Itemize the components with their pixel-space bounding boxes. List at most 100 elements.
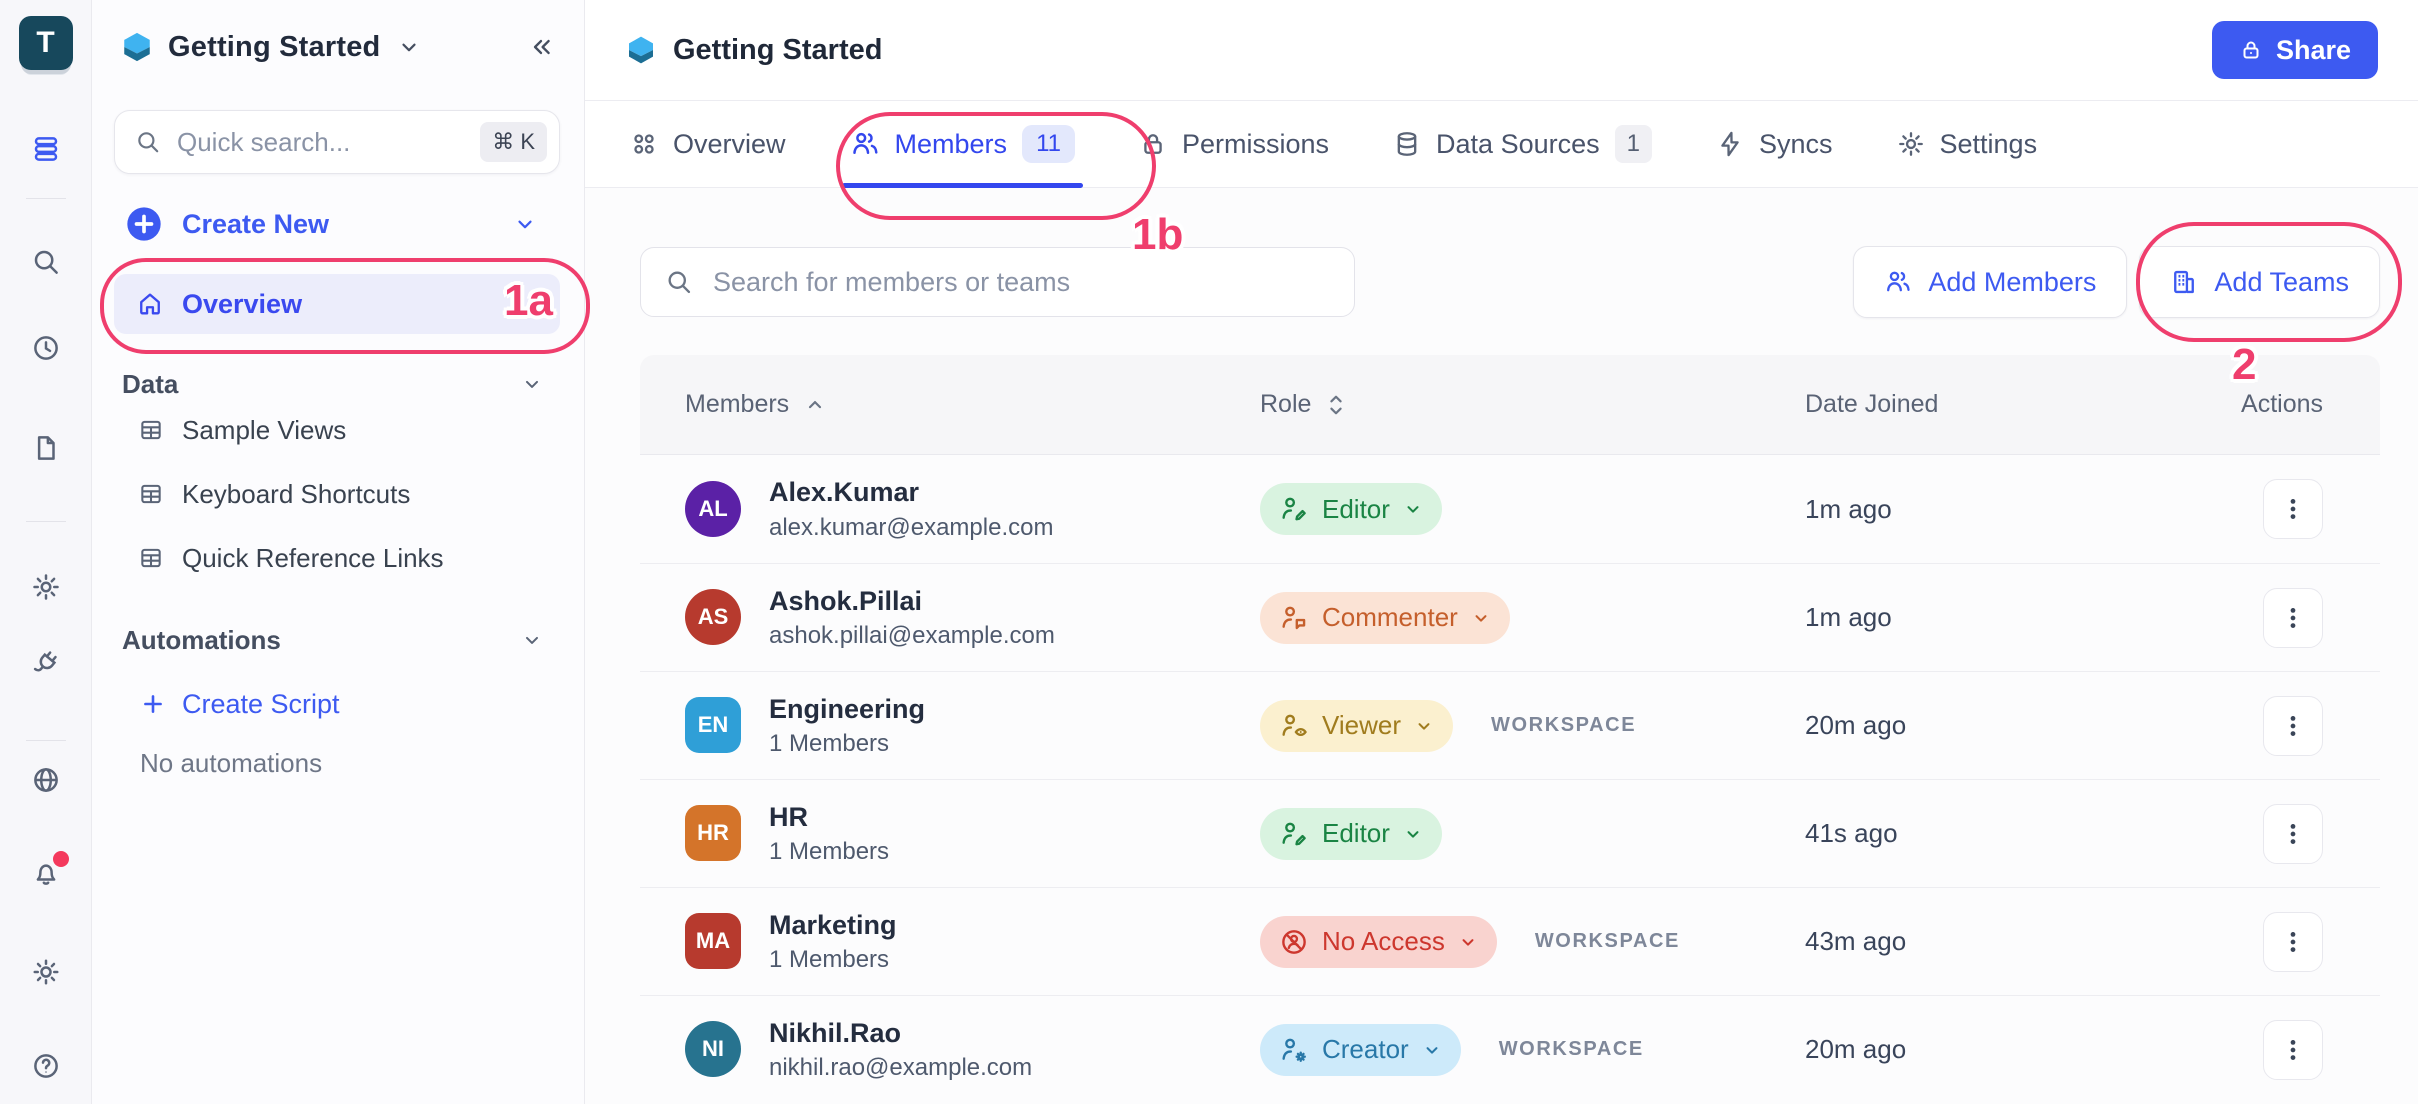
member-name: Ashok.Pillai — [769, 585, 923, 616]
create-script-label: Create Script — [182, 688, 340, 719]
workspace-switcher[interactable]: Getting Started — [114, 20, 560, 74]
tab-syncs[interactable]: Syncs — [1716, 101, 1833, 187]
person-comment-icon — [1280, 604, 1308, 632]
column-header-role[interactable]: Role — [1260, 390, 1805, 419]
chevron-down-icon — [1407, 506, 1419, 513]
member-search-input[interactable] — [711, 265, 1330, 299]
main-header: Getting Started Share — [585, 0, 2418, 101]
tab-label: Syncs — [1758, 128, 1833, 159]
tab-settings[interactable]: Settings — [1897, 101, 2037, 187]
member-name: Marketing — [769, 909, 897, 940]
member-name: Alex.Kumar — [769, 477, 920, 508]
create-new-label: Create New — [182, 208, 330, 239]
sidebar-item-quick-reference-links[interactable]: Quick Reference Links — [114, 526, 560, 590]
chevron-down-icon[interactable] — [398, 36, 420, 58]
section-header-data[interactable]: Data — [114, 368, 560, 399]
members-table: Members Role Date Joined Actions AL Alex… — [640, 355, 2380, 1103]
table-row: MA Marketing 1 Members No Access WORKSPA… — [640, 887, 2380, 995]
layers-icon[interactable] — [31, 134, 61, 164]
person-edit-icon — [1280, 495, 1308, 523]
chevron-down-icon[interactable] — [522, 374, 542, 394]
bolt-icon — [1716, 130, 1744, 158]
sidebar-item-label: Sample Views — [182, 414, 347, 445]
collapse-sidebar-icon[interactable] — [528, 34, 554, 60]
person-edit-icon — [1280, 820, 1308, 848]
column-header-members[interactable]: Members — [640, 390, 1260, 419]
help-icon[interactable] — [31, 1051, 61, 1081]
sidebar-item-keyboard-shortcuts[interactable]: Keyboard Shortcuts — [114, 462, 560, 526]
plus-circle-icon — [124, 204, 164, 244]
role-dropdown[interactable]: Viewer — [1260, 699, 1454, 752]
row-actions-button[interactable] — [2263, 803, 2323, 864]
role-dropdown[interactable]: No Access — [1260, 915, 1497, 968]
row-actions-button[interactable] — [2263, 587, 2323, 648]
rail-divider — [25, 198, 66, 199]
role-dropdown[interactable]: Editor — [1260, 807, 1442, 860]
chevron-down-icon — [1407, 830, 1419, 838]
sun-icon[interactable] — [31, 957, 61, 987]
plug-icon[interactable] — [31, 648, 61, 678]
section-header-automations[interactable]: Automations — [114, 624, 560, 655]
row-actions-button[interactable] — [2263, 1019, 2323, 1080]
date-joined: 20m ago — [1805, 1034, 1907, 1064]
row-actions-button[interactable] — [2263, 695, 2323, 756]
document-icon[interactable] — [31, 433, 61, 463]
search-icon[interactable] — [31, 247, 61, 277]
role-label: No Access — [1322, 926, 1445, 956]
gear-icon[interactable] — [31, 572, 61, 602]
column-label: Members — [685, 390, 790, 418]
member-search-box[interactable] — [640, 247, 1355, 317]
clock-icon[interactable] — [31, 333, 61, 363]
role-dropdown[interactable]: Creator — [1260, 1023, 1461, 1076]
globe-icon[interactable] — [31, 765, 61, 795]
table-icon — [138, 481, 164, 507]
member-subtitle: nikhil.rao@example.com — [769, 1054, 1033, 1082]
avatar: EN — [685, 697, 741, 754]
section-label: Data — [122, 368, 179, 399]
tab-permissions[interactable]: Permissions — [1139, 101, 1329, 187]
sidebar-item-overview[interactable]: Overview — [114, 274, 560, 334]
grid-icon — [630, 130, 658, 158]
add-members-button[interactable]: Add Members — [1853, 246, 2128, 318]
search-icon — [665, 268, 693, 296]
add-teams-button[interactable]: Add Teams — [2139, 246, 2380, 318]
column-label: Actions — [2241, 390, 2323, 418]
share-button[interactable]: Share — [2211, 21, 2378, 79]
section-label: Automations — [122, 624, 281, 655]
project-cube-icon — [120, 30, 154, 64]
chevron-down-icon[interactable] — [522, 630, 542, 650]
sort-asc-icon — [805, 395, 825, 415]
role-dropdown[interactable]: Commenter — [1260, 591, 1510, 644]
sidebar-item-sample-views[interactable]: Sample Views — [114, 398, 560, 462]
main-panel: Getting Started Share Overview Members 1… — [585, 0, 2418, 1104]
gear-icon — [1897, 130, 1925, 158]
tab-members[interactable]: Members 11 — [841, 101, 1084, 188]
members-content: Add Members Add Teams Members — [585, 188, 2418, 1104]
person-gear-icon — [1280, 1036, 1308, 1064]
avatar: HR — [685, 805, 741, 862]
column-label: Date Joined — [1805, 390, 1939, 418]
create-script-button[interactable]: Create Script — [114, 684, 560, 724]
chevron-down-icon[interactable] — [514, 213, 536, 235]
role-label: Commenter — [1322, 602, 1458, 632]
tab-data-sources[interactable]: Data Sources 1 — [1393, 101, 1652, 187]
sidebar-item-label: Overview — [182, 288, 303, 319]
table-icon — [138, 417, 164, 443]
add-teams-label: Add Teams — [2214, 266, 2349, 297]
tab-overview[interactable]: Overview — [630, 101, 786, 187]
bell-icon[interactable] — [31, 851, 69, 887]
quick-search-input[interactable] — [175, 125, 467, 159]
rail-divider — [25, 521, 66, 522]
tab-label: Overview — [673, 128, 786, 159]
role-label: Viewer — [1322, 710, 1402, 740]
role-dropdown[interactable]: Editor — [1260, 483, 1442, 535]
row-actions-button[interactable] — [2263, 911, 2323, 972]
chevron-down-icon — [1418, 722, 1430, 730]
home-icon — [136, 290, 164, 318]
tab-label: Data Sources — [1436, 128, 1600, 159]
table-icon — [138, 545, 164, 571]
row-actions-button[interactable] — [2263, 479, 2323, 539]
workspace-logo[interactable]: T — [18, 16, 73, 70]
quick-search-box[interactable]: ⌘ K — [114, 110, 560, 174]
create-new-button[interactable]: Create New — [114, 204, 560, 244]
